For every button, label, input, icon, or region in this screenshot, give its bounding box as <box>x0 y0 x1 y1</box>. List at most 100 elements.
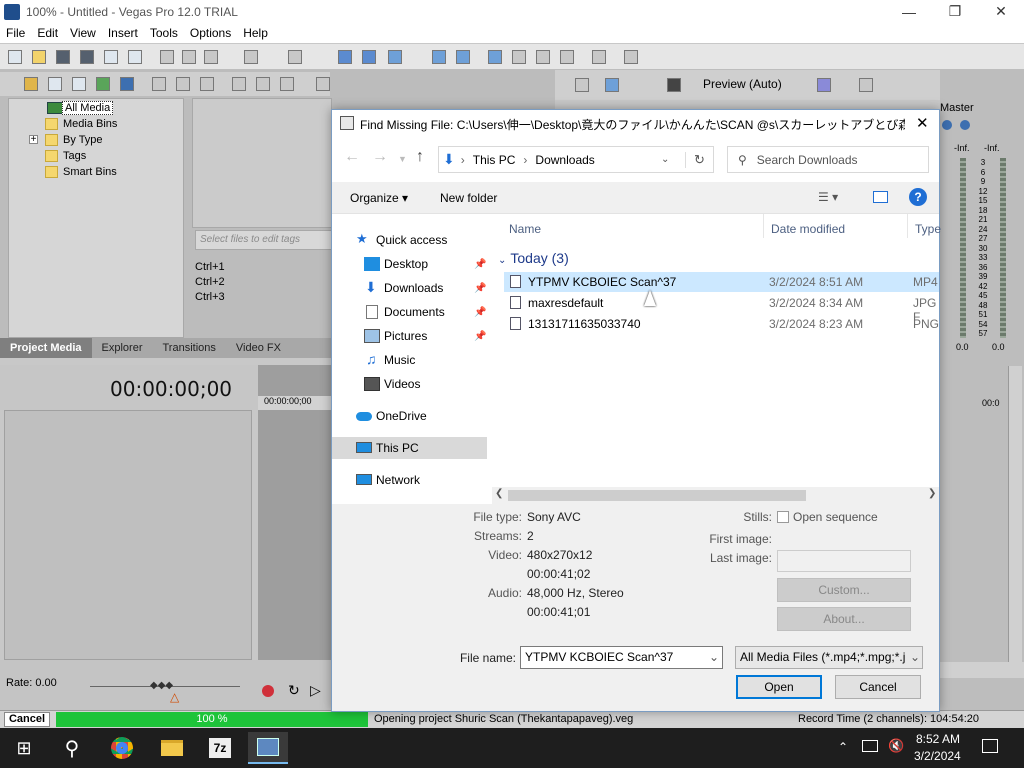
vertical-scrollbar[interactable] <box>1008 366 1022 666</box>
pin-icon[interactable]: 📌 <box>474 259 486 270</box>
recent-locations-icon[interactable]: ▼ <box>398 154 407 164</box>
pin-icon[interactable]: 📌 <box>474 283 486 294</box>
undo-icon[interactable] <box>244 50 258 64</box>
column-name[interactable]: Name <box>502 214 764 238</box>
loop-icon[interactable]: ↻ <box>288 682 300 699</box>
breadcrumb-this-pc[interactable]: This PC <box>473 153 516 167</box>
clock-time[interactable]: 8:52 AM <box>916 732 960 746</box>
play-from-start-icon[interactable]: ▷ <box>310 682 321 699</box>
back-icon[interactable]: ← <box>344 148 360 166</box>
open-button[interactable]: Open <box>736 675 822 699</box>
cut-icon[interactable] <box>160 50 174 64</box>
tray-chevron-icon[interactable]: ⌃ <box>838 740 848 754</box>
volume-muted-icon[interactable]: 🔇 <box>888 738 904 754</box>
menu-file[interactable]: File <box>0 26 31 40</box>
timeline-area[interactable] <box>258 365 338 665</box>
cancel-load-button[interactable]: Cancel <box>4 712 50 727</box>
address-dropdown-icon[interactable]: ⌄ <box>661 154 669 165</box>
tree-item-media-bins[interactable]: Media Bins <box>63 117 117 131</box>
lock-envelopes-icon[interactable] <box>456 50 470 64</box>
render-icon[interactable] <box>104 50 118 64</box>
import-media-icon[interactable] <box>24 77 38 91</box>
redo-icon[interactable] <box>288 50 302 64</box>
chrome-icon[interactable] <box>102 732 142 764</box>
vegas-taskbar-icon[interactable] <box>248 732 288 764</box>
breadcrumb-downloads[interactable]: Downloads <box>535 153 594 167</box>
selection-tool-icon[interactable] <box>388 50 402 64</box>
copy-snapshot-icon[interactable] <box>859 78 873 92</box>
media-generators-icon[interactable] <box>200 77 214 91</box>
master-fx-icon[interactable] <box>942 120 952 130</box>
nav-this-pc[interactable]: This PC <box>332 437 487 459</box>
notifications-icon[interactable] <box>982 739 998 753</box>
about-button[interactable]: About... <box>777 607 911 631</box>
menu-help[interactable]: Help <box>237 26 274 40</box>
search-media-icon[interactable] <box>120 77 134 91</box>
nav-quick-access[interactable]: ★ Quick access <box>332 229 487 251</box>
preview-quality[interactable]: Preview (Auto) <box>703 77 782 91</box>
new-folder-button[interactable]: New folder <box>440 191 497 205</box>
nav-network[interactable]: Network <box>332 469 487 491</box>
quantize-icon[interactable] <box>512 50 526 64</box>
preview-pane-icon[interactable] <box>873 191 888 203</box>
record-icon[interactable] <box>262 685 274 697</box>
menu-tools[interactable]: Tools <box>144 26 184 40</box>
tab-transitions[interactable]: Transitions <box>153 342 226 354</box>
auto-ripple-icon[interactable] <box>432 50 446 64</box>
master-mute-icon[interactable] <box>960 120 970 130</box>
menu-view[interactable]: View <box>64 26 102 40</box>
column-date-modified[interactable]: Date modified <box>764 214 908 238</box>
menu-edit[interactable]: Edit <box>31 26 64 40</box>
network-status-icon[interactable] <box>862 740 878 752</box>
nav-pictures[interactable]: Pictures 📌 <box>332 325 487 347</box>
overlays-icon[interactable] <box>817 78 831 92</box>
event-fx-icon[interactable] <box>592 50 606 64</box>
whats-this-icon[interactable] <box>624 50 638 64</box>
paste-icon[interactable] <box>204 50 218 64</box>
new-icon[interactable] <box>8 50 22 64</box>
get-media-icon[interactable] <box>72 77 86 91</box>
minimize-button[interactable]: — <box>886 0 932 23</box>
open-sequence-checkbox[interactable] <box>777 511 789 523</box>
nav-desktop[interactable]: Desktop 📌 <box>332 253 487 275</box>
tree-item-all-media[interactable]: All Media <box>62 101 114 115</box>
help-icon[interactable]: ? <box>909 188 927 206</box>
file-name-dropdown-icon[interactable]: ⌄ <box>709 650 719 664</box>
play-icon[interactable] <box>232 77 246 91</box>
clock-date[interactable]: 3/2/2024 <box>914 749 961 763</box>
tree-item-by-type[interactable]: By Type <box>63 133 103 147</box>
custom-button[interactable]: Custom... <box>777 578 911 602</box>
file-type-filter-select[interactable]: All Media Files (*.mp4;*.mpg;*.j ⌄ <box>735 646 923 669</box>
column-type[interactable]: Type <box>908 214 948 238</box>
expand-toggle[interactable]: + <box>29 135 38 145</box>
stop-icon[interactable] <box>256 77 270 91</box>
remove-icon[interactable] <box>152 77 166 91</box>
grid-icon[interactable] <box>560 50 574 64</box>
nav-documents[interactable]: Documents 📌 <box>332 301 487 323</box>
open-icon[interactable] <box>32 50 46 64</box>
save-as-icon[interactable] <box>80 50 94 64</box>
external-monitor-icon[interactable] <box>605 78 619 92</box>
scroll-left-icon[interactable]: ❮ <box>495 488 503 499</box>
tab-explorer[interactable]: Explorer <box>92 342 153 354</box>
file-row[interactable]: YTPMV KCBOIEC Scan^37 3/2/2024 8:51 AM M… <box>504 272 939 292</box>
restore-button[interactable]: ❐ <box>932 0 978 23</box>
scroll-thumb[interactable] <box>508 490 806 501</box>
nav-videos[interactable]: Videos <box>332 373 487 395</box>
snap-markers-icon[interactable] <box>536 50 550 64</box>
refresh-icon[interactable]: ↻ <box>685 151 705 168</box>
envelope-tool-icon[interactable] <box>362 50 376 64</box>
snapping-icon[interactable] <box>488 50 502 64</box>
dialog-close-icon[interactable]: ✕ <box>916 114 929 132</box>
nav-onedrive[interactable]: OneDrive <box>332 405 487 427</box>
last-image-input[interactable] <box>777 550 911 572</box>
start-icon[interactable]: ⊞ <box>4 732 44 764</box>
menu-options[interactable]: Options <box>184 26 237 40</box>
forward-icon[interactable]: → <box>372 148 388 166</box>
view-options-icon[interactable]: ☰ ▾ <box>818 190 838 204</box>
search-icon[interactable]: ⚲ <box>52 732 92 764</box>
pin-icon[interactable]: 📌 <box>474 331 486 342</box>
collapse-icon[interactable]: ⌄ <box>498 255 506 266</box>
search-input[interactable]: ⚲ Search Downloads <box>727 146 929 173</box>
zoom-controls[interactable] <box>940 662 1024 678</box>
